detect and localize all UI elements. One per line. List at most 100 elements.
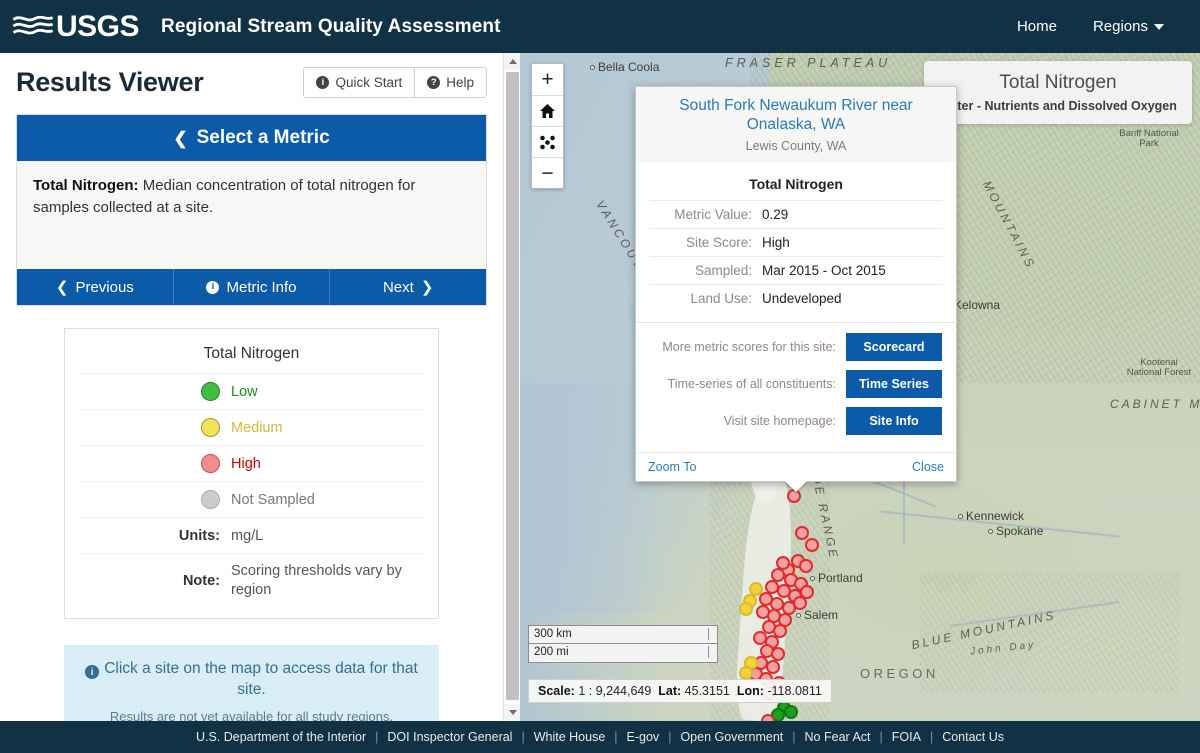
click-site-callout: i Click a site on the map to access data … — [64, 644, 439, 721]
callout-main-text: Click a site on the map to access data f… — [104, 659, 418, 698]
legend-row-high: High — [79, 445, 424, 481]
footer-link-white-house[interactable]: White House — [525, 730, 615, 744]
map-site-marker-medium[interactable] — [739, 602, 753, 616]
nav-item-regions[interactable]: Regions — [1075, 12, 1182, 41]
footer-link-contact-us[interactable]: Contact Us — [933, 730, 1013, 744]
popup-row-sampled: Sampled: Mar 2015 - Oct 2015 — [650, 255, 942, 284]
metric-info-button[interactable]: i Metric Info — [172, 269, 330, 305]
chevron-right-icon: ❯ — [420, 279, 434, 296]
map-site-marker-high[interactable] — [795, 526, 809, 540]
note-label: Note: — [182, 572, 220, 589]
map-site-marker-medium[interactable] — [739, 666, 753, 680]
panel-scrollbar[interactable] — [503, 53, 520, 721]
zoom-in-button[interactable]: + — [532, 64, 563, 95]
legend-label-high: High — [231, 455, 261, 472]
site-score-value: High — [762, 234, 790, 250]
quick-start-label: Quick Start — [335, 75, 403, 90]
popup-site-title[interactable]: South Fork Newaukum River near Onalaska,… — [648, 97, 944, 135]
legend-row-low: Low — [79, 373, 424, 409]
map-coordinate-readout: Scale: 1 : 9,244,649 Lat: 45.3151 Lon: -… — [528, 679, 832, 703]
zoom-to-link[interactable]: Zoom To — [648, 460, 696, 474]
site-info-popup: South Fork Newaukum River near Onalaska,… — [635, 86, 957, 492]
sampled-label: Sampled: — [694, 262, 752, 278]
nav-item-home[interactable]: Home — [999, 12, 1075, 41]
info-circle-icon: i — [85, 665, 100, 680]
legend-card: Total Nitrogen Low Medium High Not Sampl… — [64, 328, 439, 619]
time-series-button[interactable]: Time Series — [846, 369, 942, 398]
popup-body: Total Nitrogen Metric Value: 0.29 Site S… — [636, 162, 956, 322]
popup-header: South Fork Newaukum River near Onalaska,… — [636, 87, 956, 162]
scrollbar-up-button[interactable] — [504, 53, 520, 70]
site-score-label: Site Score: — [685, 234, 752, 250]
nav-regions-label: Regions — [1092, 18, 1148, 35]
page-title: Results Viewer — [16, 67, 204, 97]
overlay-metric-title: Total Nitrogen — [999, 72, 1117, 93]
popup-row-land-use: Land Use: Undeveloped — [650, 283, 942, 312]
legend-dot-medium-icon — [201, 418, 220, 437]
usgs-wave-icon — [12, 15, 54, 34]
usgs-logo[interactable]: USGS — [0, 11, 140, 42]
scale-tick — [708, 627, 709, 640]
results-viewer-panel: Results Viewer i Quick Start ? Help ❮ Se… — [0, 53, 520, 721]
lat-label: Lat: — [658, 684, 682, 698]
sampled-value: Mar 2015 - Oct 2015 — [762, 262, 886, 278]
footer-link-foia[interactable]: FOIA — [883, 730, 930, 744]
chevron-down-icon — [1154, 24, 1164, 31]
info-circle-icon: i — [316, 76, 330, 89]
footer-link-no-fear-act[interactable]: No Fear Act — [796, 730, 880, 744]
popup-actions: More metric scores for this site: Scorec… — [636, 321, 956, 452]
legend-dot-high-icon — [201, 454, 220, 473]
map-canvas[interactable]: Bella Coola FRASER PLATEAU VANCOUVER MOUNTA… — [520, 53, 1200, 721]
legend-dot-cell — [79, 418, 231, 437]
panel-header: Results Viewer i Quick Start ? Help — [0, 53, 503, 106]
select-a-metric-button[interactable]: ❮ Select a Metric — [17, 115, 486, 161]
legend-label-medium: Medium — [231, 419, 283, 436]
callout-main-row: i Click a site on the map to access data … — [80, 659, 423, 701]
site-info-label: Visit site homepage: — [723, 413, 836, 428]
footer-link-doi-inspector-general[interactable]: DOI Inspector General — [378, 730, 521, 744]
footer-link-open-government[interactable]: Open Government — [671, 730, 792, 744]
scale-tick — [708, 646, 709, 659]
scrollbar-thumb[interactable] — [506, 72, 519, 700]
metric-name: Total Nitrogen: — [33, 177, 139, 194]
nav-home-label: Home — [1016, 18, 1057, 35]
home-icon — [540, 104, 555, 118]
locate-button[interactable] — [532, 126, 563, 157]
top-header: USGS Regional Stream Quality Assessment … — [0, 0, 1200, 53]
map-site-marker-high[interactable] — [761, 714, 775, 721]
previous-metric-button[interactable]: ❮ Previous — [17, 269, 173, 305]
map-site-marker-high[interactable] — [771, 647, 785, 661]
footer-link-u-s-department-of-the-interior[interactable]: U.S. Department of the Interior — [187, 730, 375, 744]
help-button[interactable]: ? Help — [414, 68, 486, 97]
panel-header-buttons: i Quick Start ? Help — [303, 67, 487, 98]
locate-icon — [540, 135, 555, 149]
metric-navigation: ❮ Previous i Metric Info Next ❯ — [17, 269, 486, 305]
quick-start-button[interactable]: i Quick Start — [304, 68, 415, 97]
footer-link-e-gov[interactable]: E-gov — [618, 730, 669, 744]
site-info-button[interactable]: Site Info — [846, 406, 942, 435]
map-site-marker-low[interactable] — [784, 705, 798, 719]
scrollbar-down-button[interactable] — [504, 704, 520, 721]
triangle-down-icon — [508, 710, 517, 715]
scorecard-button[interactable]: Scorecard — [846, 332, 942, 361]
scale-mi: 200 mi — [528, 643, 718, 663]
chevron-left-icon: ❮ — [55, 279, 69, 296]
map-site-marker-high[interactable] — [793, 596, 807, 610]
close-popup-link[interactable]: Close — [912, 460, 944, 474]
plus-icon: + — [541, 68, 554, 91]
legend-label-low: Low — [231, 383, 258, 400]
next-metric-button[interactable]: Next ❯ — [329, 269, 486, 305]
home-extent-button[interactable] — [532, 95, 563, 126]
legend-dot-low-icon — [201, 382, 220, 401]
legend-dot-cell — [79, 382, 231, 401]
legend-dot-not-sampled-icon — [201, 490, 220, 509]
lon-value: -118.0811 — [767, 684, 822, 698]
legend-row-medium: Medium — [79, 409, 424, 445]
map-site-marker-high[interactable] — [805, 538, 819, 552]
scorecard-label: More metric scores for this site: — [662, 339, 836, 354]
legend-label-not-sampled: Not Sampled — [231, 491, 315, 508]
zoom-out-button[interactable]: − — [532, 157, 563, 188]
legend-title: Total Nitrogen — [203, 345, 300, 362]
lon-label: Lon: — [736, 684, 764, 698]
map-site-marker-high[interactable] — [799, 559, 813, 573]
